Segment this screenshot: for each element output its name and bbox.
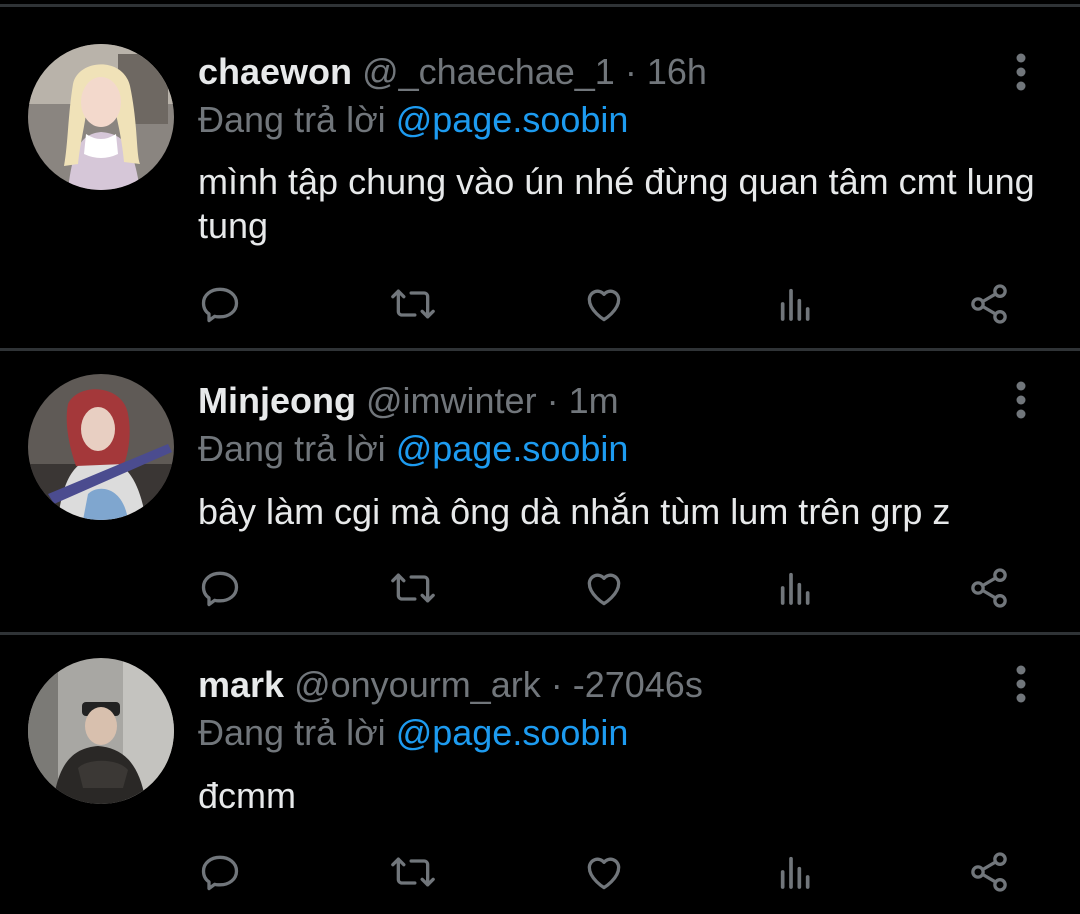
replying-to-label: Đang trả lời [198,428,396,469]
avatar[interactable] [28,44,174,190]
views-icon [780,572,810,605]
tweet-divider [0,348,1080,351]
tweet-header: chaewon @_chaechae_1 · 16h [198,50,707,94]
handle[interactable]: @onyourm_ark [294,664,541,705]
views-button[interactable] [766,558,826,618]
replying-to-label: Đang trả lời [198,99,396,140]
timestamp[interactable]: -27046s [573,664,703,705]
share-icon [971,852,1007,892]
reply-icon [201,855,239,891]
like-button[interactable] [574,274,634,334]
display-name[interactable]: chaewon [198,51,352,92]
reply-icon [201,571,239,607]
display-name[interactable]: Minjeong [198,380,356,421]
avatar[interactable] [28,374,174,520]
tweet-card[interactable]: mark @onyourm_ark · -27046s Đang trả lời… [0,636,1080,914]
tweet-text: bây làm cgi mà ông dà nhắn tùm lum trên … [198,491,951,532]
replying-to-line: Đang trả lời @page.soobin [198,711,628,755]
mention-link[interactable]: @page.soobin [396,712,629,753]
action-bar [0,842,1080,902]
handle[interactable]: @imwinter [366,380,537,421]
reply-icon [201,287,239,323]
reply-button[interactable] [190,842,250,902]
tweet-card[interactable]: chaewon @_chaechae_1 · 16h Đang trả lời … [0,8,1080,348]
retweet-button[interactable] [383,558,443,618]
more-options-icon[interactable] [1008,52,1034,92]
like-icon [587,573,621,606]
like-icon [587,857,621,890]
retweet-icon [391,857,435,887]
separator: · [540,664,573,705]
action-bar [0,274,1080,334]
top-divider [0,4,1080,7]
replying-to-label: Đang trả lời [198,712,396,753]
replying-to-line: Đang trả lời @page.soobin [198,427,628,471]
reply-feed: chaewon @_chaechae_1 · 16h Đang trả lời … [0,0,1080,914]
reply-button[interactable] [190,274,250,334]
tweet-text: mình tập chung vào ún nhé đừng quan tâm … [198,161,1035,246]
separator: · [614,51,647,92]
retweet-button[interactable] [383,274,443,334]
views-button[interactable] [766,842,826,902]
share-icon [971,284,1007,324]
mention-link[interactable]: @page.soobin [396,99,629,140]
handle[interactable]: @_chaechae_1 [362,51,615,92]
share-button[interactable] [959,558,1019,618]
share-button[interactable] [959,842,1019,902]
timestamp[interactable]: 1m [569,380,619,421]
retweet-button[interactable] [383,842,443,902]
views-icon [780,856,810,889]
tweet-header: mark @onyourm_ark · -27046s [198,663,703,707]
retweet-icon [391,573,435,603]
like-button[interactable] [574,842,634,902]
tweet-text: đcmm [198,775,296,816]
tweet-card[interactable]: Minjeong @imwinter · 1m Đang trả lời @pa… [0,352,1080,632]
more-options-icon[interactable] [1008,380,1034,420]
retweet-icon [391,289,435,319]
reply-button[interactable] [190,558,250,618]
views-icon [780,288,810,321]
replying-to-line: Đang trả lời @page.soobin [198,98,628,142]
display-name[interactable]: mark [198,664,284,705]
like-button[interactable] [574,558,634,618]
like-icon [587,289,621,322]
action-bar [0,558,1080,618]
timestamp[interactable]: 16h [647,51,707,92]
separator: · [536,380,569,421]
tweet-divider [0,632,1080,635]
avatar[interactable] [28,658,174,804]
views-button[interactable] [766,274,826,334]
tweet-header: Minjeong @imwinter · 1m [198,379,619,423]
more-options-icon[interactable] [1008,664,1034,704]
share-button[interactable] [959,274,1019,334]
mention-link[interactable]: @page.soobin [396,428,629,469]
share-icon [971,568,1007,608]
